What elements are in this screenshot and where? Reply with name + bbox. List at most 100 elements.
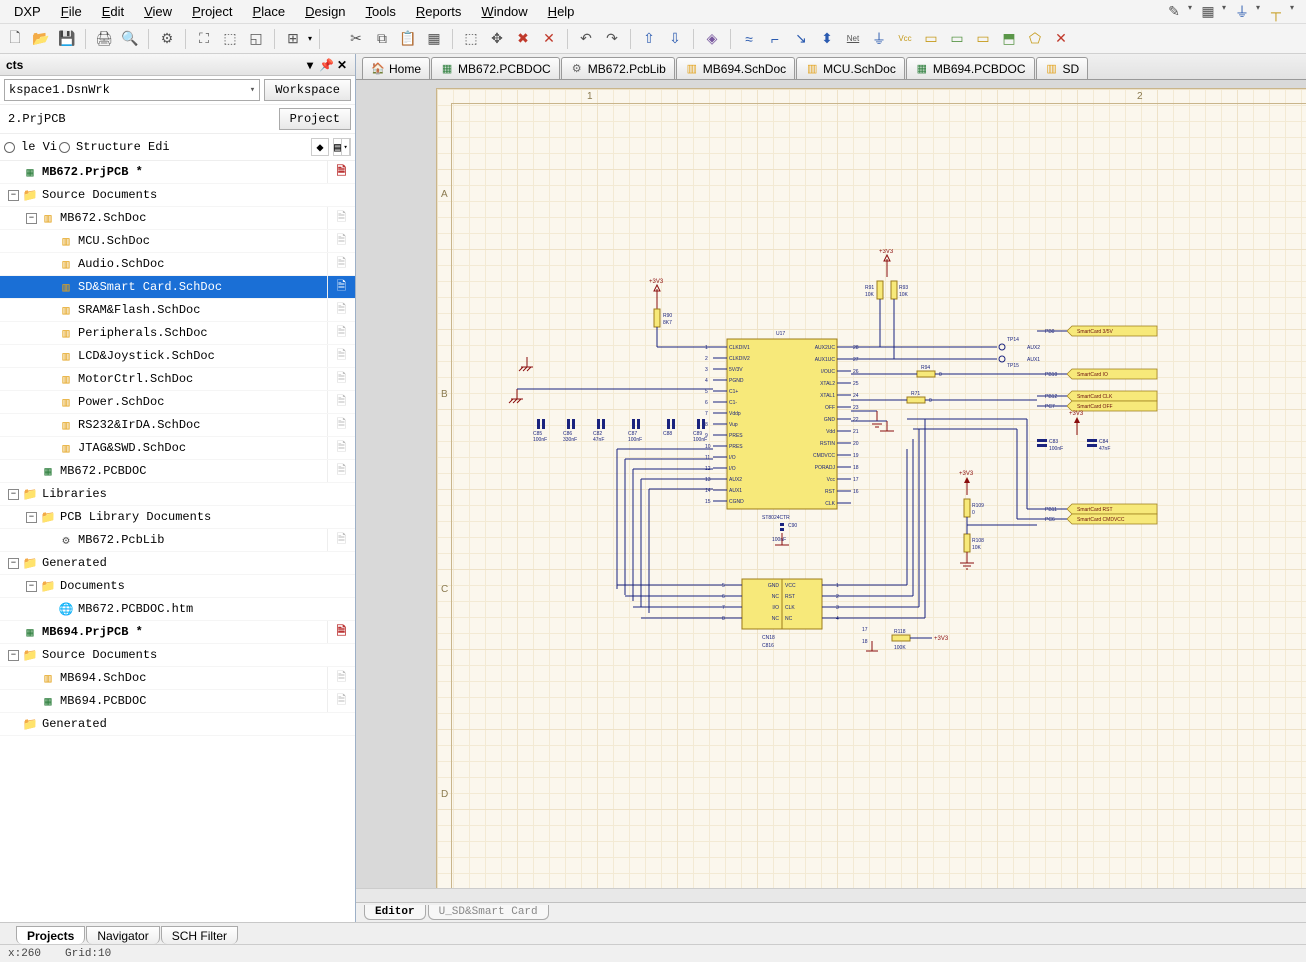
hierarchy-up-icon[interactable]: ⇧: [638, 28, 660, 50]
tree-expander-icon[interactable]: −: [26, 512, 37, 523]
ground-icon[interactable]: ⏚: [1232, 3, 1252, 21]
tree-item[interactable]: 📁Generated: [0, 713, 355, 736]
undo-icon[interactable]: ↶: [575, 28, 597, 50]
navigator-tab[interactable]: Navigator: [86, 926, 159, 944]
tree-expander-icon[interactable]: −: [8, 489, 19, 500]
tree-item[interactable]: 🌐MB672.PCBDOC.htm: [0, 598, 355, 621]
horizontal-scrollbar[interactable]: [356, 888, 1306, 902]
menu-design[interactable]: Design: [295, 2, 355, 21]
tree-item[interactable]: −📁Generated: [0, 552, 355, 575]
cut-icon[interactable]: ✂: [345, 28, 367, 50]
project-tree[interactable]: ▦MB672.PrjPCB *🗎−📁Source Documents−▥MB67…: [0, 161, 355, 922]
zoom-fit-icon[interactable]: ⛶: [193, 28, 215, 50]
port-icon[interactable]: ⬠: [1024, 28, 1046, 50]
new-icon[interactable]: 🗋: [4, 28, 26, 50]
deselect-icon[interactable]: ✖: [512, 28, 534, 50]
tree-item[interactable]: −📁Libraries: [0, 483, 355, 506]
netlabel-icon[interactable]: Net: [842, 28, 864, 50]
tree-item[interactable]: ▥Power.SchDoc🗎: [0, 391, 355, 414]
workspace-button[interactable]: Workspace: [264, 79, 351, 101]
part-icon[interactable]: ▭: [920, 28, 942, 50]
open-icon[interactable]: 📂: [30, 28, 52, 50]
tree-item[interactable]: ▥JTAG&SWD.SchDoc🗎: [0, 437, 355, 460]
project-button[interactable]: Project: [279, 108, 351, 130]
schematic-canvas[interactable]: A B C D 1 2 U17ST8024CTRCLKDIV11CLKDIV22…: [356, 80, 1306, 888]
projects-tab[interactable]: Projects: [16, 926, 85, 944]
tree-expander-icon[interactable]: −: [8, 558, 19, 569]
menu-view[interactable]: View: [134, 2, 182, 21]
doc-tab[interactable]: ▥MB694.SchDoc: [676, 57, 795, 79]
preview-icon[interactable]: 🔍: [119, 28, 141, 50]
paste-icon[interactable]: 📋: [397, 28, 419, 50]
copy-icon[interactable]: ⧉: [371, 28, 393, 50]
editor-tab[interactable]: Editor: [364, 905, 426, 920]
power-vcc-icon[interactable]: Vcc: [894, 28, 916, 50]
file-view-radio[interactable]: [4, 142, 15, 153]
doc-tab[interactable]: ⚙MB672.PcbLib: [561, 57, 675, 79]
power-gnd-icon[interactable]: ⏚: [868, 28, 890, 50]
tree-item[interactable]: ▦MB672.PrjPCB *🗎: [0, 161, 355, 184]
menu-tools[interactable]: Tools: [356, 2, 406, 21]
save-icon[interactable]: 💾: [56, 28, 78, 50]
panel-option1-icon[interactable]: ◆: [311, 138, 329, 156]
tree-expander-icon[interactable]: −: [26, 213, 37, 224]
doc-tab[interactable]: ▦MB672.PCBDOC: [431, 57, 560, 79]
tree-item[interactable]: ▥MCU.SchDoc🗎: [0, 230, 355, 253]
zoom-area-icon[interactable]: ⬚: [219, 28, 241, 50]
sheet-entry-icon[interactable]: ▭: [972, 28, 994, 50]
draw-toggle-icon[interactable]: ✎: [1164, 3, 1184, 21]
tree-item[interactable]: −▥MB672.SchDoc🗎: [0, 207, 355, 230]
structure-view-radio[interactable]: [59, 142, 70, 153]
align-icon[interactable]: ▦: [1198, 3, 1218, 21]
tree-item[interactable]: ▥SD&Smart Card.SchDoc🗎: [0, 276, 355, 299]
tree-item[interactable]: ▥Audio.SchDoc🗎: [0, 253, 355, 276]
tree-item[interactable]: ▥Peripherals.SchDoc🗎: [0, 322, 355, 345]
wire-icon[interactable]: ≈: [738, 28, 760, 50]
doc-tab[interactable]: 🏠Home: [362, 57, 430, 79]
browse-icon[interactable]: ⊞: [282, 28, 304, 50]
noerc-icon[interactable]: ✕: [1050, 28, 1072, 50]
menu-help[interactable]: Help: [538, 2, 585, 21]
clear-icon[interactable]: ✕: [538, 28, 560, 50]
tree-item[interactable]: ▥MotorCtrl.SchDoc🗎: [0, 368, 355, 391]
device-sheet-icon[interactable]: ⬒: [998, 28, 1020, 50]
panel-pin-icon[interactable]: 📌: [319, 58, 333, 72]
tree-item[interactable]: −📁PCB Library Documents: [0, 506, 355, 529]
hierarchy-down-icon[interactable]: ⇩: [664, 28, 686, 50]
tree-item[interactable]: ▦MB694.PrjPCB *🗎: [0, 621, 355, 644]
zoom-select-icon[interactable]: ◱: [245, 28, 267, 50]
menu-dxp[interactable]: DXP: [4, 2, 51, 21]
menu-place[interactable]: Place: [243, 2, 296, 21]
sheet-tab[interactable]: U_SD&Smart Card: [428, 905, 549, 920]
tree-item[interactable]: −📁Source Documents: [0, 644, 355, 667]
menu-edit[interactable]: Edit: [92, 2, 134, 21]
tree-item[interactable]: ▥MB694.SchDoc🗎: [0, 667, 355, 690]
compile-icon[interactable]: ⚙: [156, 28, 178, 50]
tree-item[interactable]: ▥SRAM&Flash.SchDoc🗎: [0, 299, 355, 322]
menu-reports[interactable]: Reports: [406, 2, 472, 21]
tree-item[interactable]: ▥RS232&IrDA.SchDoc🗎: [0, 414, 355, 437]
tree-item[interactable]: ⚙MB672.PcbLib🗎: [0, 529, 355, 552]
cross-probe-icon[interactable]: ◈: [701, 28, 723, 50]
panel-close-icon[interactable]: ✕: [335, 58, 349, 72]
vcc-icon[interactable]: ┬: [1266, 3, 1286, 21]
redo-icon[interactable]: ↷: [601, 28, 623, 50]
tree-item[interactable]: −📁Documents: [0, 575, 355, 598]
tree-item[interactable]: ▦MB694.PCBDOC🗎: [0, 690, 355, 713]
tree-expander-icon[interactable]: −: [8, 650, 19, 661]
tree-expander-icon[interactable]: −: [8, 190, 19, 201]
sch-filter-tab[interactable]: SCH Filter: [161, 926, 238, 944]
sheet-symbol-icon[interactable]: ▭: [946, 28, 968, 50]
doc-tab[interactable]: ▥MCU.SchDoc: [796, 57, 905, 79]
tree-expander-icon[interactable]: −: [26, 581, 37, 592]
doc-tab[interactable]: ▦MB694.PCBDOC: [906, 57, 1035, 79]
select-rect-icon[interactable]: ⬚: [460, 28, 482, 50]
menu-file[interactable]: File: [51, 2, 92, 21]
tree-item[interactable]: −📁Source Documents: [0, 184, 355, 207]
bus-icon[interactable]: ⌐: [764, 28, 786, 50]
menu-project[interactable]: Project: [182, 2, 242, 21]
doc-tab[interactable]: ▥SD: [1036, 57, 1089, 79]
panel-dropdown-icon[interactable]: ▾: [303, 58, 317, 72]
signal-harness-icon[interactable]: ⬍: [816, 28, 838, 50]
bus-entry-icon[interactable]: ↘: [790, 28, 812, 50]
